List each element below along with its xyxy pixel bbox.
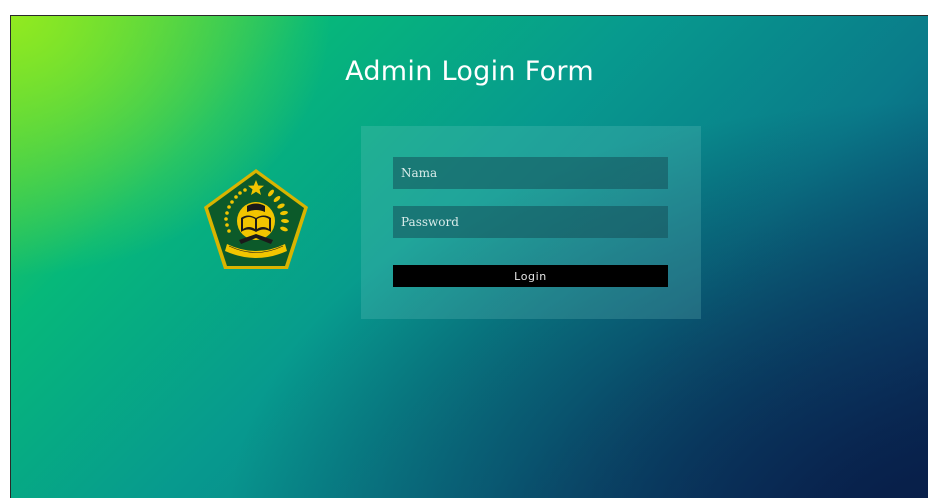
login-form-panel: Login <box>361 126 701 319</box>
page-title: Admin Login Form <box>345 56 594 87</box>
nama-input[interactable] <box>393 157 668 189</box>
password-input[interactable] <box>393 206 668 238</box>
login-page: Admin Login Form Nama Login <box>10 15 928 498</box>
login-button[interactable]: Login <box>393 265 668 287</box>
kementerian-agama-emblem-icon <box>201 166 311 276</box>
